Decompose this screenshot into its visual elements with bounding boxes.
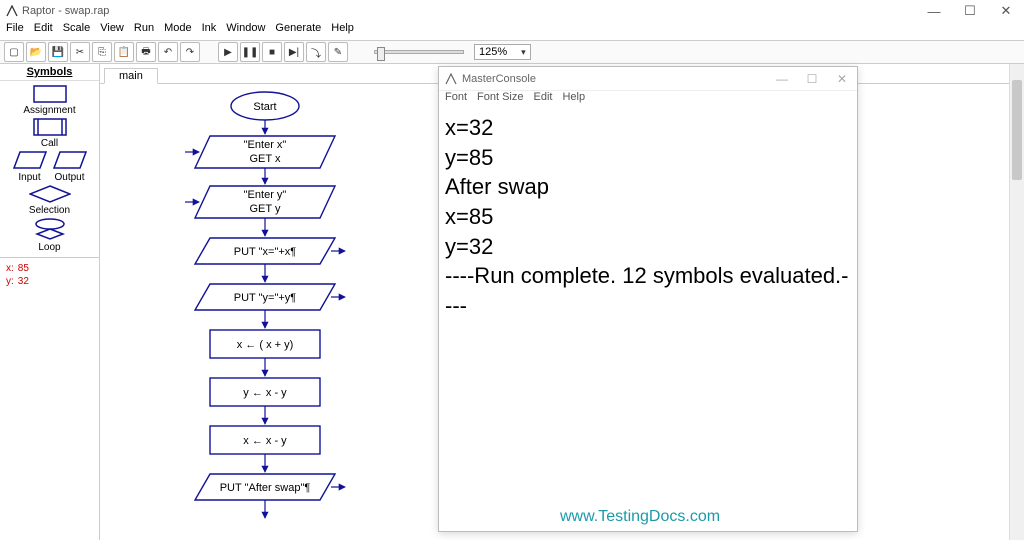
symbol-palette: Assignment Call Input Output Selection L…: [0, 81, 99, 257]
console-app-icon: [445, 73, 457, 85]
menu-ink[interactable]: Ink: [202, 22, 217, 40]
svg-text:"Enter x": "Enter x": [244, 139, 287, 151]
app-icon: [6, 5, 18, 17]
speed-slider[interactable]: [374, 50, 464, 54]
console-minimize-button[interactable]: —: [767, 67, 797, 91]
vertical-scrollbar[interactable]: [1009, 64, 1024, 540]
console-menu-fontsize[interactable]: Font Size: [477, 91, 523, 109]
console-line: ----Run complete. 12 symbols evaluated.-…: [445, 261, 851, 320]
console-menubar: Font Font Size Edit Help: [439, 91, 857, 109]
assignment-shape-icon[interactable]: [33, 85, 67, 103]
step-into-button[interactable]: ▶|: [284, 42, 304, 62]
svg-text:PUT "y="+y¶: PUT "y="+y¶: [234, 292, 297, 304]
copy-button[interactable]: ⎘: [92, 42, 112, 62]
call-label: Call: [41, 138, 58, 149]
menu-help[interactable]: Help: [331, 22, 354, 40]
svg-text:x ← ( x + y): x ← ( x + y): [237, 339, 294, 351]
svg-text:y ← x - y: y ← x - y: [243, 387, 287, 399]
input-shape-icon[interactable]: [13, 151, 47, 169]
pen-button[interactable]: ✎: [328, 42, 348, 62]
loop-shape-icon[interactable]: [33, 218, 67, 240]
open-button[interactable]: 📂: [26, 42, 46, 62]
svg-text:"Enter y": "Enter y": [244, 189, 287, 201]
svg-text:GET x: GET x: [250, 153, 281, 165]
pause-button[interactable]: ❚❚: [240, 42, 260, 62]
save-button[interactable]: 💾: [48, 42, 68, 62]
sidebar-title: Symbols: [0, 64, 99, 81]
run-button[interactable]: ▶: [218, 42, 238, 62]
console-line: y=32: [445, 232, 851, 262]
console-title: MasterConsole: [462, 73, 536, 85]
window-title: Raptor - swap.rap: [22, 5, 109, 17]
master-console-window[interactable]: MasterConsole — ☐ ✕ Font Font Size Edit …: [438, 66, 858, 532]
console-maximize-button[interactable]: ☐: [797, 67, 827, 91]
step-over-button[interactable]: ⤵: [306, 42, 326, 62]
watermark-text: www.TestingDocs.com: [560, 508, 720, 526]
input-label: Input: [13, 172, 47, 183]
watch-panel: x:85 y:32: [0, 257, 99, 540]
console-line: x=32: [445, 113, 851, 143]
console-line: After swap: [445, 172, 851, 202]
toolbar: ▢ 📂 💾 ✂ ⎘ 📋 🖶 ↶ ↷ ▶ ❚❚ ■ ▶| ⤵ ✎ 125%: [0, 40, 1024, 64]
svg-text:x ← x - y: x ← x - y: [243, 435, 287, 447]
svg-text:PUT "x="+x¶: PUT "x="+x¶: [234, 246, 297, 258]
console-output: x=32 y=85 After swap x=85 y=32 ----Run c…: [439, 109, 857, 531]
console-menu-edit[interactable]: Edit: [533, 91, 552, 109]
undo-button[interactable]: ↶: [158, 42, 178, 62]
svg-text:GET y: GET y: [250, 203, 281, 215]
watch-row: y:32: [6, 275, 93, 288]
output-label: Output: [53, 172, 87, 183]
menu-file[interactable]: File: [6, 22, 24, 40]
sidebar: Symbols Assignment Call Input Output Sel…: [0, 64, 100, 540]
zoom-select[interactable]: 125%: [474, 44, 531, 60]
scrollbar-thumb[interactable]: [1012, 80, 1022, 180]
menu-view[interactable]: View: [100, 22, 124, 40]
menu-edit[interactable]: Edit: [34, 22, 53, 40]
menu-scale[interactable]: Scale: [63, 22, 91, 40]
menu-window[interactable]: Window: [226, 22, 265, 40]
console-menu-help[interactable]: Help: [562, 91, 585, 109]
menu-generate[interactable]: Generate: [275, 22, 321, 40]
console-titlebar[interactable]: MasterConsole — ☐ ✕: [439, 67, 857, 91]
new-button[interactable]: ▢: [4, 42, 24, 62]
paste-button[interactable]: 📋: [114, 42, 134, 62]
loop-label: Loop: [38, 242, 60, 253]
svg-text:PUT "After swap"¶: PUT "After swap"¶: [220, 482, 311, 494]
selection-shape-icon[interactable]: [29, 185, 71, 203]
maximize-button[interactable]: ☐: [952, 0, 988, 22]
svg-text:Start: Start: [253, 101, 276, 113]
selection-label: Selection: [29, 205, 70, 216]
watch-row: x:85: [6, 262, 93, 275]
tab-main[interactable]: main: [104, 68, 158, 84]
menu-run[interactable]: Run: [134, 22, 154, 40]
print-button[interactable]: 🖶: [136, 42, 156, 62]
console-line: y=85: [445, 143, 851, 173]
main-titlebar: Raptor - swap.rap — ☐ ✕: [0, 0, 1024, 22]
output-shape-icon[interactable]: [53, 151, 87, 169]
console-line: x=85: [445, 202, 851, 232]
console-close-button[interactable]: ✕: [827, 67, 857, 91]
minimize-button[interactable]: —: [916, 0, 952, 22]
console-menu-font[interactable]: Font: [445, 91, 467, 109]
redo-button[interactable]: ↷: [180, 42, 200, 62]
stop-button[interactable]: ■: [262, 42, 282, 62]
menu-mode[interactable]: Mode: [164, 22, 192, 40]
menubar: File Edit Scale View Run Mode Ink Window…: [0, 22, 1024, 40]
close-button[interactable]: ✕: [988, 0, 1024, 22]
assignment-label: Assignment: [23, 105, 75, 116]
cut-button[interactable]: ✂: [70, 42, 90, 62]
call-shape-icon[interactable]: [33, 118, 67, 136]
